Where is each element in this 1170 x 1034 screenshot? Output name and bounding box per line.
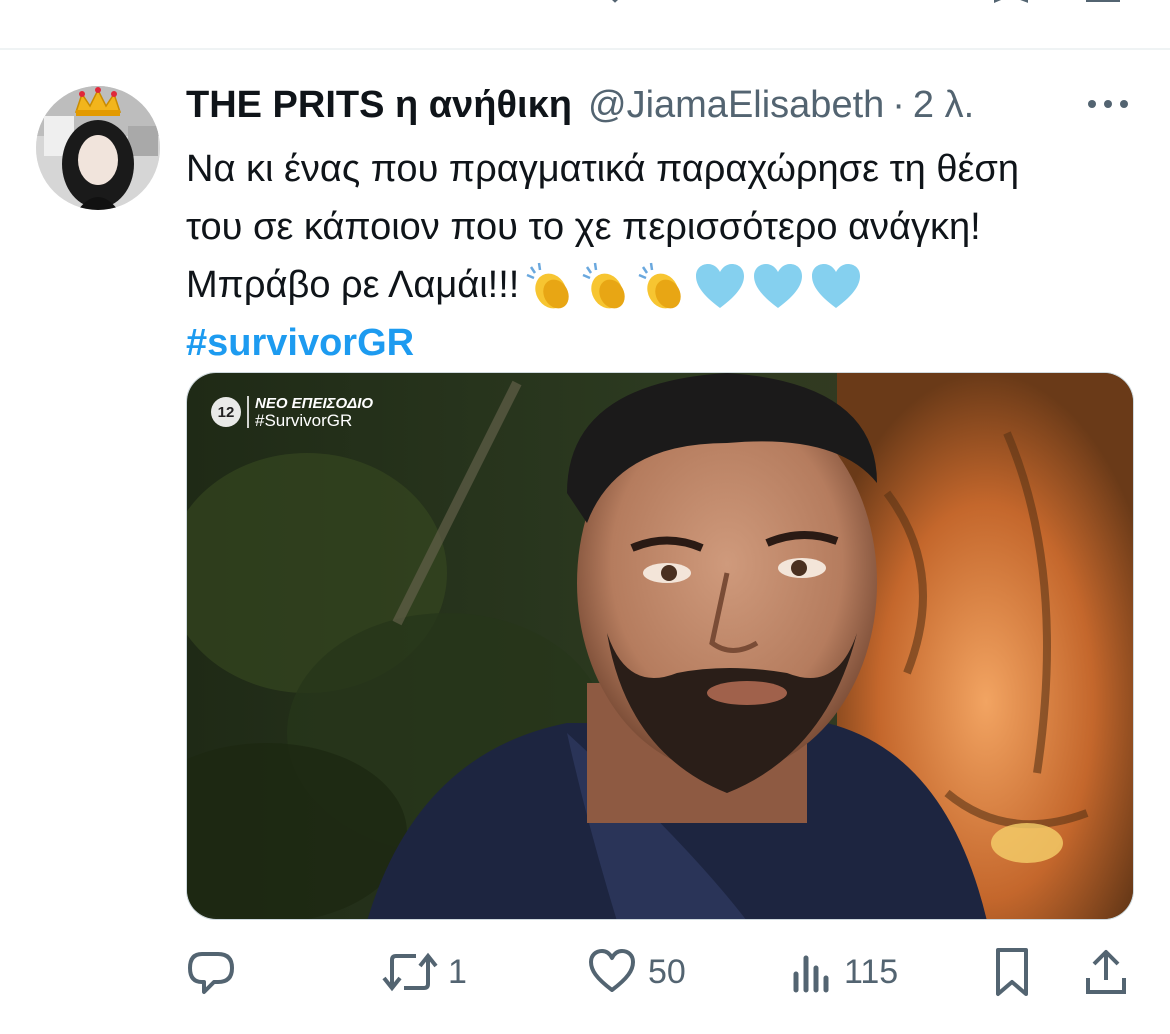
- share-icon: [1086, 950, 1126, 994]
- reply-button[interactable]: [186, 944, 238, 1000]
- emoji-group: [525, 261, 867, 313]
- views-button[interactable]: 115: [790, 944, 898, 1000]
- tweet-text-line: Να κι ένας που πραγματικά παραχώρησε τη …: [186, 148, 1019, 190]
- like-button[interactable]: 50: [586, 944, 686, 1000]
- overlay-hashtag: #SurvivorGR: [255, 411, 353, 430]
- separator-dot: ·: [892, 83, 905, 126]
- retweet-count: 1: [448, 952, 467, 991]
- bookmark-button[interactable]: [992, 944, 1032, 1000]
- channel-number: 12: [211, 397, 241, 427]
- tweet-timestamp[interactable]: 2 λ.: [913, 84, 974, 127]
- views-count: 115: [844, 952, 899, 991]
- views-icon: [793, 955, 829, 993]
- share-button[interactable]: [1084, 944, 1128, 1000]
- light-blue-heart-icon: [812, 263, 861, 308]
- author-name[interactable]: THE PRITS η ανήθικη: [186, 84, 572, 127]
- bookmark-icon[interactable]: [992, 0, 1032, 6]
- like-count: 50: [648, 952, 686, 991]
- clapping-hands-icon: [582, 262, 626, 309]
- share-icon[interactable]: [1084, 0, 1124, 6]
- bookmark-icon: [996, 948, 1028, 996]
- tweet-text-line: του σε κάποιον που το χε περισσότερο ανά…: [186, 206, 981, 248]
- clapping-hands-icon: [526, 262, 570, 309]
- tweet-text-line: Μπράβο ρε Λαμάι!!!: [186, 264, 520, 306]
- avatar[interactable]: [36, 86, 160, 210]
- tweet-action-bar: 1 50 115: [186, 944, 1136, 1000]
- more-options-icon[interactable]: [1084, 92, 1132, 116]
- reply-icon[interactable]: [196, 0, 226, 6]
- hashtag-link[interactable]: #survivorGR: [186, 314, 1146, 372]
- retweet-button[interactable]: 1: [382, 944, 467, 1000]
- views-icon[interactable]: [790, 0, 830, 6]
- light-blue-heart-icon: [754, 263, 803, 308]
- retweet-icon[interactable]: [396, 0, 436, 6]
- heart-icon: [589, 949, 635, 992]
- tweet-divider: [0, 48, 1170, 50]
- tweet-header: THE PRITS η ανήθικη @JiamaElisabeth · 2 …: [186, 80, 974, 130]
- heart-icon[interactable]: [600, 0, 630, 6]
- channel-logo: 12 ΝΕΟ ΕΠΕΙΣΟΔΙΟ #SurvivorGR: [211, 395, 373, 429]
- previous-tweet-actions: [0, 0, 1170, 12]
- clapping-hands-icon: [638, 262, 682, 309]
- tweet-media-image[interactable]: 12 ΝΕΟ ΕΠΕΙΣΟΔΙΟ #SurvivorGR: [186, 372, 1134, 920]
- reply-icon: [188, 952, 234, 994]
- overlay-episode-label: ΝΕΟ ΕΠΕΙΣΟΔΙΟ: [255, 395, 374, 412]
- retweet-icon: [382, 952, 438, 992]
- author-handle[interactable]: @JiamaElisabeth: [588, 84, 884, 127]
- light-blue-heart-icon: [696, 263, 745, 308]
- tweet-text: Να κι ένας που πραγματικά παραχώρησε τη …: [186, 140, 1146, 372]
